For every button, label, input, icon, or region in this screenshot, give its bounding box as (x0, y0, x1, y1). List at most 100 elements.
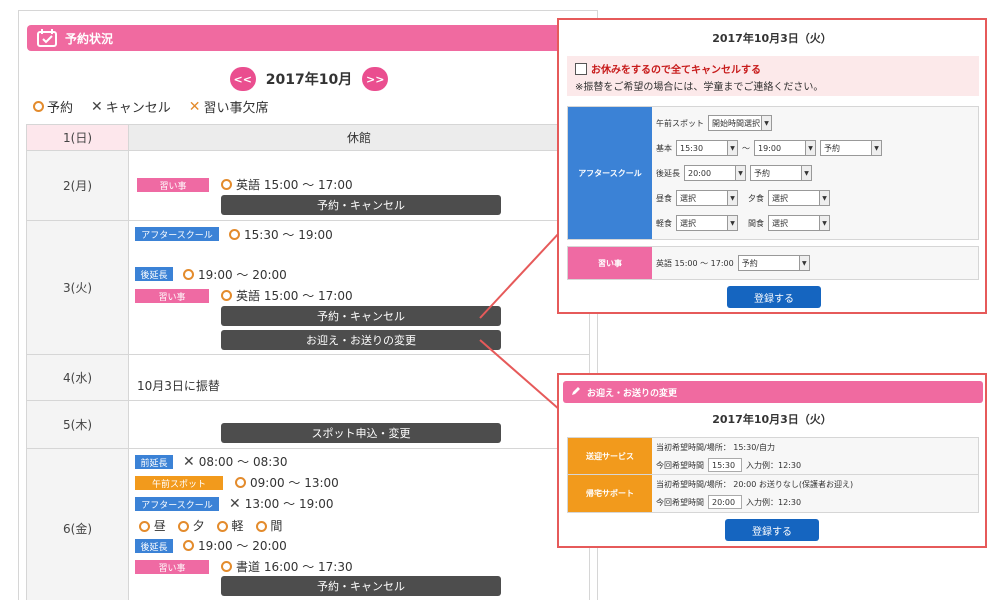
lesson-status-select[interactable]: 予約 ▼ (737, 255, 810, 271)
circle-icon (229, 229, 240, 240)
x-icon: ✕ (229, 495, 241, 512)
basic-row: 基本 15:30 ▼ 〜 19:00 ▼ 予約 ▼ (656, 140, 882, 156)
circle-icon (216, 521, 228, 532)
pickup-service-body: 当初希望時間/場所： 15:30/自力 今回希望時間 15:30 入力例：12:… (652, 438, 978, 474)
cancel-all-row[interactable]: お休みをするので全てキャンセルする (575, 61, 971, 76)
pickup-change-popup: お迎え・お送りの変更 2017年10月3日（火） 送迎サービス 当初希望時間/場… (557, 373, 987, 548)
extension-status-select[interactable]: 予約 ▼ (750, 165, 812, 181)
x-orange-icon: ✕ (188, 98, 201, 115)
day-label: 4(水) (26, 354, 129, 401)
extension-row: 後延長 20:00 ▼ 予約 ▼ (656, 165, 812, 181)
afterschool-time: 13:00 〜 19:00 (244, 497, 334, 511)
send-request-row: 今回希望時間 20:00 入力例：12:30 (656, 495, 801, 509)
legend-cancel: ✕ キャンセル (91, 97, 171, 117)
popup-header: お迎え・お送りの変更 (563, 381, 983, 403)
pickup-request-row: 今回希望時間 15:30 入力例：12:30 (656, 458, 801, 472)
pickup-service-block: 送迎サービス 当初希望時間/場所： 15:30/自力 今回希望時間 15:30 … (567, 437, 979, 475)
basic-to-select[interactable]: 19:00 ▼ (754, 140, 816, 156)
basic-from-select[interactable]: 15:30 ▼ (676, 140, 738, 156)
pickup-time-input[interactable]: 15:30 (708, 458, 742, 472)
spot-apply-button[interactable]: スポット申込・変更 (221, 423, 501, 443)
extension-time: 19:00 〜 20:00 (198, 539, 287, 553)
cancel-all-checkbox[interactable] (575, 62, 587, 75)
send-request-label: 今回希望時間 (656, 497, 704, 507)
extension-time-select[interactable]: 20:00 ▼ (684, 165, 746, 181)
send-example: 入力例：12:30 (746, 497, 802, 507)
lesson-line: 英語 15:00 〜 17:00 (221, 176, 353, 193)
chevron-down-icon: ▼ (871, 141, 881, 155)
lesson-block: 習い事 英語 15:00 〜 17:00 予約 ▼ (567, 246, 979, 280)
prev-month-button[interactable]: << (229, 67, 256, 91)
extension-time: 19:00 〜 20:00 (198, 268, 287, 282)
send-original: 当初希望時間/場所： 20:00 お送りなし(保護者お迎え) (656, 480, 854, 489)
day-cell: 習い事 英語 15:00 〜 17:00 予約・キャンセル (128, 150, 590, 221)
afterschool-block-label: アフタースクール (568, 107, 652, 239)
reservation-popup: 2017年10月3日（火） お休みをするので全てキャンセルする ※振替をご希望の… (557, 18, 987, 314)
calendar-table: 1(日) 休館 2(月) 習い事 英語 15:00 〜 17:00 予約・キャン… (26, 124, 590, 600)
pickup-change-button[interactable]: お迎え・お送りの変更 (221, 330, 501, 350)
afterschool-time: 15:30 〜 19:00 (244, 228, 333, 242)
chevron-down-icon: ▼ (819, 216, 829, 230)
transfer-note: 10月3日に振替 (137, 379, 220, 393)
extension-tag: 後延長 (135, 267, 173, 281)
day-cell: アフタースクール 15:30 〜 19:00 後延長 19:00 〜 20:00… (128, 220, 590, 355)
closed-note: 休館 (128, 124, 590, 151)
lesson-text: 英語 15:00 〜 17:00 (656, 258, 734, 268)
pre-extension-time: 08:00 〜 08:30 (198, 455, 288, 469)
day-cell: 前延長 ✕ 08:00 〜 08:30 午前スポット 09:00 〜 13:00 … (128, 448, 590, 600)
table-row: 3(火) アフタースクール 15:30 〜 19:00 後延長 19:00 〜 … (26, 220, 590, 355)
chevron-down-icon: ▼ (761, 116, 771, 130)
popup-date: 2017年10月3日（火） (712, 413, 832, 426)
day-label: 2(月) (26, 150, 129, 221)
circle-icon (255, 521, 267, 532)
circle-icon (221, 290, 232, 301)
meal-row-1: 昼食 選択 ▼ 夕食 選択 ▼ (656, 190, 830, 206)
extension-line: 19:00 〜 20:00 (183, 266, 287, 283)
meal-snack: 間 (255, 517, 282, 534)
afterschool-tag: アフタースクール (135, 497, 219, 511)
pickup-service-label: 送迎サービス (568, 438, 652, 474)
snack-label: 間食 (748, 218, 764, 228)
light-meal-select[interactable]: 選択 ▼ (676, 215, 738, 231)
legend-cancel-label: キャンセル (105, 101, 171, 116)
reserve-cancel-button[interactable]: 予約・キャンセル (221, 306, 501, 326)
month-navigation: << 2017年10月 >> (19, 67, 599, 91)
dinner-select[interactable]: 選択 ▼ (768, 190, 830, 206)
day-label: 5(木) (26, 400, 129, 449)
lunch-select[interactable]: 選択 ▼ (676, 190, 738, 206)
extension-line: 19:00 〜 20:00 (183, 537, 287, 554)
spot-label: 午前スポット (656, 118, 704, 128)
section-title: 予約状況 (65, 31, 114, 46)
table-row: 2(月) 習い事 英語 15:00 〜 17:00 予約・キャンセル (26, 150, 590, 221)
month-title: 2017年10月 (265, 72, 353, 88)
basic-status-select[interactable]: 予約 ▼ (820, 140, 882, 156)
afterschool-line: 15:30 〜 19:00 (229, 226, 333, 243)
circle-icon (183, 269, 194, 280)
send-time-input[interactable]: 20:00 (708, 495, 742, 509)
circle-icon (221, 561, 232, 572)
chevron-down-icon: ▼ (735, 166, 745, 180)
next-month-button[interactable]: >> (362, 67, 389, 91)
cancel-all-label: お休みをするので全てキャンセルする (591, 65, 761, 76)
submit-button[interactable]: 登録する (725, 519, 819, 541)
legend-absent-label: 習い事欠席 (203, 101, 269, 116)
table-row: 4(水) 10月3日に振替 (26, 354, 590, 401)
afterschool-block-body: 午前スポット 開始時間選択 ▼ 基本 15:30 ▼ 〜 19:00 ▼ 予約 ▼ 後延… (652, 107, 978, 239)
calendar-icon (37, 29, 57, 47)
circle-icon (221, 179, 232, 190)
spot-start-select[interactable]: 開始時間選択 ▼ (708, 115, 772, 131)
chevron-down-icon: ▼ (727, 216, 737, 230)
meal-light: 軽 (216, 517, 244, 534)
lesson-line: 書道 16:00 〜 17:30 (221, 558, 353, 575)
legend: 予約 ✕ キャンセル ✕ 習い事欠席 (33, 97, 269, 116)
tilde: 〜 (742, 143, 750, 153)
pickup-request-label: 今回希望時間 (656, 460, 704, 470)
send-support-body: 当初希望時間/場所： 20:00 お送りなし(保護者お迎え) 今回希望時間 20… (652, 475, 978, 512)
reserve-cancel-button[interactable]: 予約・キャンセル (221, 576, 501, 596)
reserve-cancel-button[interactable]: 予約・キャンセル (221, 195, 501, 215)
submit-button[interactable]: 登録する (727, 286, 821, 308)
legend-reserve: 予約 (33, 97, 73, 116)
spot-tag: 午前スポット (135, 476, 223, 490)
snack-select[interactable]: 選択 ▼ (768, 215, 830, 231)
day-label: 1(日) (26, 124, 129, 151)
